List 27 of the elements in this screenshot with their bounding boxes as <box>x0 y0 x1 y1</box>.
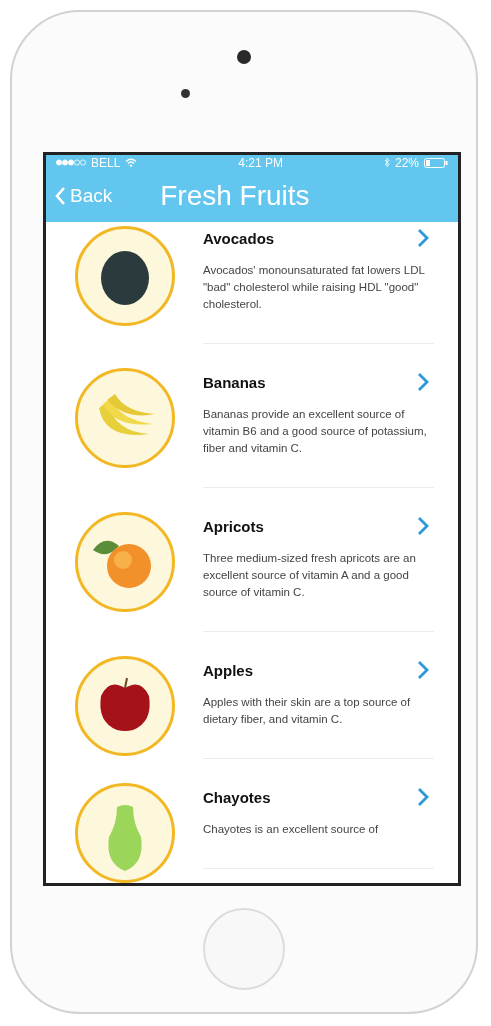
chevron-right-icon[interactable] <box>416 787 430 807</box>
fruit-description: Bananas provide an excellent source of vitamin B6 and a good source of potassium, fiber and vitamin C. <box>203 407 428 456</box>
fruit-name: Chayotes <box>203 788 271 806</box>
chevron-right-icon[interactable] <box>416 516 430 536</box>
screen-title: Fresh Fruits <box>160 180 310 213</box>
fruit-name: Apples <box>203 661 253 679</box>
back-button[interactable]: Back <box>54 185 113 208</box>
battery-percent: 22% <box>394 155 419 170</box>
chevron-right-icon[interactable] <box>416 660 430 680</box>
fruit-name: Avocados <box>203 229 275 247</box>
battery-icon <box>424 157 448 168</box>
fruit-description: Three medium-sized fresh apricots are an excellent source of vitamin A and a good source of vitamin C. <box>203 551 417 600</box>
fruit-description: Avocados' monounsaturated fat lowers LDL "bad" cholesterol while raising HDL "good" cholesterol. <box>203 263 426 312</box>
sensor-dot <box>181 89 190 98</box>
bluetooth-icon <box>383 157 390 169</box>
fruit-name: Bananas <box>203 373 266 391</box>
carrier-name: BELL <box>91 155 121 170</box>
fruit-description: Apples with their skin are a top source of dietary fiber, and vitamin C. <box>203 695 412 727</box>
fruit-description: Chayotes is an excellent source of <box>203 822 380 837</box>
fruit-name: Apricots <box>203 517 264 535</box>
chevron-right-icon[interactable] <box>416 228 430 248</box>
chevron-left-icon <box>54 186 66 207</box>
signal-icon <box>56 159 86 167</box>
status-time: 4:21 PM <box>238 155 283 170</box>
wifi-icon <box>125 158 138 168</box>
camera-lens <box>237 50 251 64</box>
chevron-right-icon[interactable] <box>416 372 430 392</box>
